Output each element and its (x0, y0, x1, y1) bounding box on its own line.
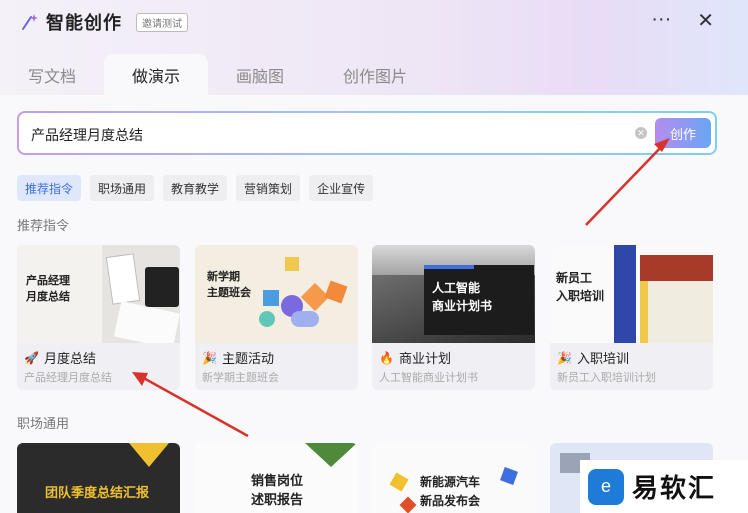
arrow-head (654, 138, 670, 152)
arrow-to-create-button (585, 142, 666, 226)
annotation-arrows (132, 138, 670, 438)
watermark-logo-icon: e (588, 468, 624, 505)
arrow-to-first-card (139, 374, 249, 438)
watermark: e 易软汇 (580, 460, 748, 513)
watermark-text: 易软汇 (632, 473, 717, 503)
